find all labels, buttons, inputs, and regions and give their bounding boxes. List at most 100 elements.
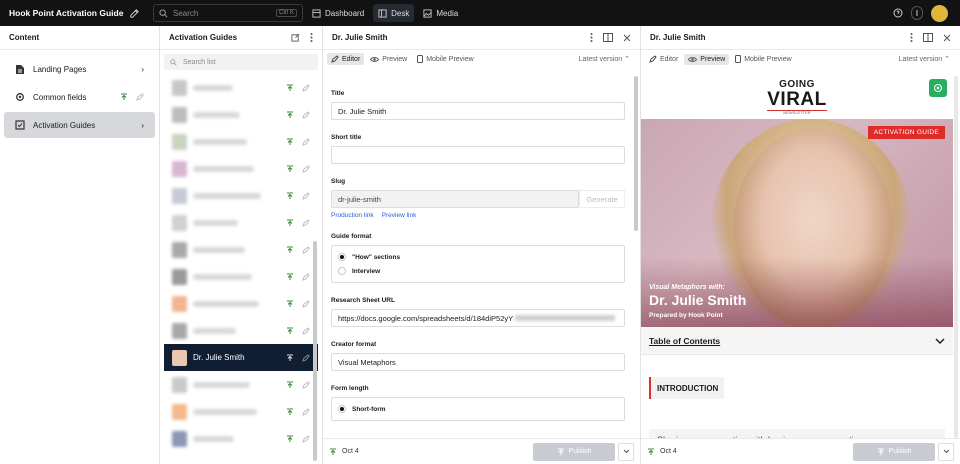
pencil-icon[interactable] xyxy=(302,299,310,308)
status-toggle[interactable] xyxy=(911,6,923,20)
publish-arrow-icon[interactable] xyxy=(286,435,294,443)
radio-short-form[interactable]: Short-form xyxy=(338,402,618,416)
pencil-icon[interactable] xyxy=(302,110,310,119)
compose-icon[interactable] xyxy=(291,33,300,42)
pencil-icon[interactable] xyxy=(302,272,310,281)
preview-header: Dr. Julie Smith xyxy=(641,26,960,50)
list-item[interactable] xyxy=(164,74,318,101)
publish-arrow-icon[interactable] xyxy=(286,219,294,227)
list-item[interactable] xyxy=(164,371,318,398)
editor-title: Dr. Julie Smith xyxy=(332,33,388,42)
pencil-icon[interactable] xyxy=(302,407,310,416)
extension-icon[interactable] xyxy=(929,79,947,97)
pencil-icon[interactable] xyxy=(302,326,310,335)
version-select[interactable]: Latest version ⌃ xyxy=(579,55,630,63)
radio-interview[interactable]: Interview xyxy=(338,264,618,278)
creator-format-select[interactable]: Visual Metaphors xyxy=(331,353,625,371)
pencil-icon[interactable] xyxy=(302,137,310,146)
publish-arrow-icon[interactable] xyxy=(286,381,294,389)
publish-button[interactable]: Publish xyxy=(853,442,935,461)
pencil-icon[interactable] xyxy=(302,353,310,362)
short-title-input[interactable] xyxy=(331,146,625,164)
close-icon[interactable] xyxy=(623,34,631,42)
tab-editor[interactable]: Editor xyxy=(645,53,682,65)
production-link[interactable]: Production link xyxy=(331,212,374,219)
tab-editor[interactable]: Editor xyxy=(327,53,365,65)
radio-how-sections[interactable]: "How" sections xyxy=(338,250,618,264)
pencil-icon[interactable] xyxy=(302,245,310,254)
pencil-icon[interactable] xyxy=(302,434,310,443)
tab-desk[interactable]: Desk xyxy=(373,4,415,22)
publish-arrow-icon[interactable] xyxy=(286,327,294,335)
publish-arrow-icon[interactable] xyxy=(286,273,294,281)
split-pane-icon[interactable] xyxy=(923,33,933,42)
more-vertical-icon[interactable] xyxy=(310,33,313,42)
tab-dashboard[interactable]: Dashboard xyxy=(307,4,369,22)
list-item[interactable] xyxy=(164,236,318,263)
title-input[interactable]: Dr. Julie Smith xyxy=(331,102,625,120)
tab-mobile-preview[interactable]: Mobile Preview xyxy=(413,53,477,65)
list-item[interactable] xyxy=(164,182,318,209)
more-vertical-icon[interactable] xyxy=(910,33,913,42)
list-item[interactable] xyxy=(164,209,318,236)
list-item[interactable] xyxy=(164,263,318,290)
pencil-icon[interactable] xyxy=(302,164,310,173)
close-icon[interactable] xyxy=(943,34,951,42)
pencil-icon[interactable] xyxy=(136,93,144,101)
nav-item-activation-guides[interactable]: Activation Guides › xyxy=(4,112,155,138)
guides-scrollbar[interactable] xyxy=(313,241,317,461)
publish-arrow-icon[interactable] xyxy=(286,246,294,254)
pencil-icon[interactable] xyxy=(302,191,310,200)
list-item[interactable] xyxy=(164,128,318,155)
guides-search-input[interactable]: Search list xyxy=(164,54,318,70)
publish-arrow-icon[interactable] xyxy=(286,84,294,92)
short-title-label: Short title xyxy=(331,134,362,141)
publish-arrow-icon[interactable] xyxy=(286,165,294,173)
tab-editor-label: Editor xyxy=(660,55,679,63)
publish-arrow-icon[interactable] xyxy=(286,192,294,200)
redacted-text xyxy=(193,246,245,253)
table-of-contents[interactable]: Table of Contents xyxy=(641,327,953,355)
nav-item-landing-pages[interactable]: Landing Pages › xyxy=(4,56,155,82)
guides-panel-title: Activation Guides xyxy=(169,33,238,42)
list-item[interactable] xyxy=(164,101,318,128)
preview-scrollbar[interactable] xyxy=(954,76,958,438)
list-item-selected[interactable]: Dr. Julie Smith xyxy=(164,344,318,371)
list-item[interactable] xyxy=(164,425,318,452)
tab-mobile-preview[interactable]: Mobile Preview xyxy=(731,53,795,65)
pencil-icon[interactable] xyxy=(302,218,310,227)
tab-preview[interactable]: Preview xyxy=(366,54,411,65)
more-vertical-icon[interactable] xyxy=(590,33,593,42)
publish-arrow-icon[interactable] xyxy=(286,408,294,416)
pencil-icon[interactable] xyxy=(302,83,310,92)
list-item[interactable] xyxy=(164,290,318,317)
redacted-text xyxy=(193,327,236,334)
user-avatar[interactable] xyxy=(931,4,948,22)
publish-arrow-icon[interactable] xyxy=(286,300,294,308)
nav-item-common-fields[interactable]: Common fields xyxy=(4,84,155,110)
publish-button[interactable]: Publish xyxy=(533,442,615,461)
publish-arrow-icon[interactable] xyxy=(286,111,294,119)
preview-link[interactable]: Preview link xyxy=(382,212,417,219)
publish-arrow-icon[interactable] xyxy=(286,138,294,146)
split-pane-icon[interactable] xyxy=(603,33,613,42)
publish-arrow-icon[interactable] xyxy=(120,93,128,101)
publish-menu-button[interactable] xyxy=(938,442,954,461)
tab-media[interactable]: Media xyxy=(418,4,463,22)
generate-button[interactable]: Generate xyxy=(579,190,625,208)
publish-menu-button[interactable] xyxy=(618,442,634,461)
edit-icon[interactable] xyxy=(127,6,141,20)
list-item[interactable] xyxy=(164,398,318,425)
title-label: Title xyxy=(331,90,345,97)
slug-input[interactable]: dr-julie-smith xyxy=(331,190,579,208)
pencil-icon[interactable] xyxy=(302,380,310,389)
help-icon[interactable] xyxy=(893,8,903,18)
global-search-input[interactable]: Search Ctrl K xyxy=(153,4,303,22)
version-select[interactable]: Latest version ⌃ xyxy=(899,55,950,63)
research-url-input[interactable]: https://docs.google.com/spreadsheets/d/1… xyxy=(331,309,625,327)
tab-preview[interactable]: Preview xyxy=(684,53,730,65)
list-item[interactable] xyxy=(164,155,318,182)
publish-arrow-icon[interactable] xyxy=(286,354,294,362)
editor-scrollbar[interactable] xyxy=(634,76,638,231)
list-item[interactable] xyxy=(164,317,318,344)
